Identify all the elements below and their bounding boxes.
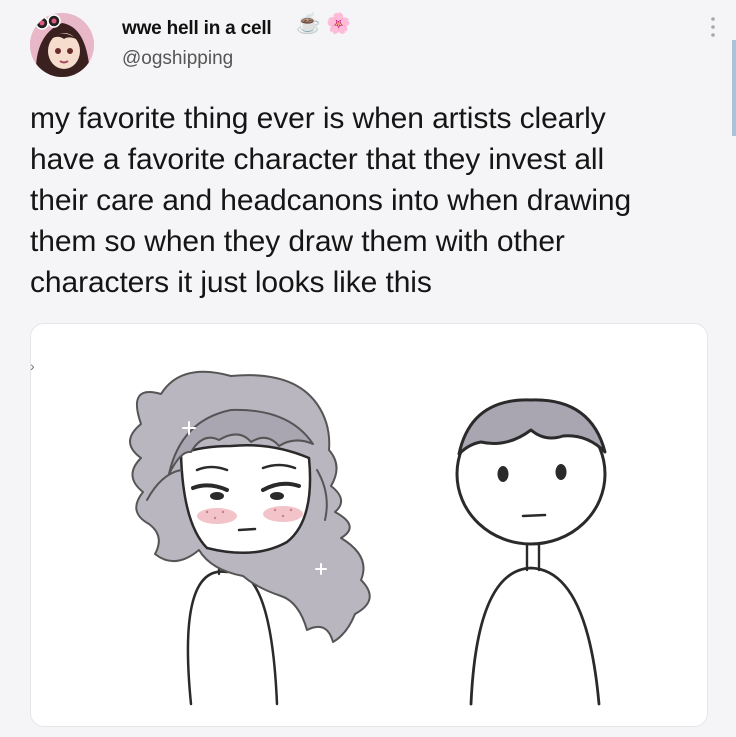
tweet-text: my favorite thing ever is when artists c… xyxy=(30,102,632,299)
chevron-right-icon: › xyxy=(30,358,35,374)
avatar-image xyxy=(30,13,94,77)
comic-drawing xyxy=(129,370,607,706)
cherry-blossom-icon: 🌸 xyxy=(326,13,351,35)
tweet-media[interactable] xyxy=(30,323,708,727)
hot-beverage-icon: ☕ xyxy=(296,13,321,35)
scroll-indicator xyxy=(732,40,736,136)
simple-character xyxy=(455,398,607,706)
avatar[interactable] xyxy=(30,13,94,77)
detailed-character xyxy=(129,370,371,706)
more-options-icon[interactable] xyxy=(706,14,720,40)
author-name[interactable]: wwe hell in a cell xyxy=(122,18,272,40)
author-handle[interactable]: @ogshipping xyxy=(122,48,233,70)
